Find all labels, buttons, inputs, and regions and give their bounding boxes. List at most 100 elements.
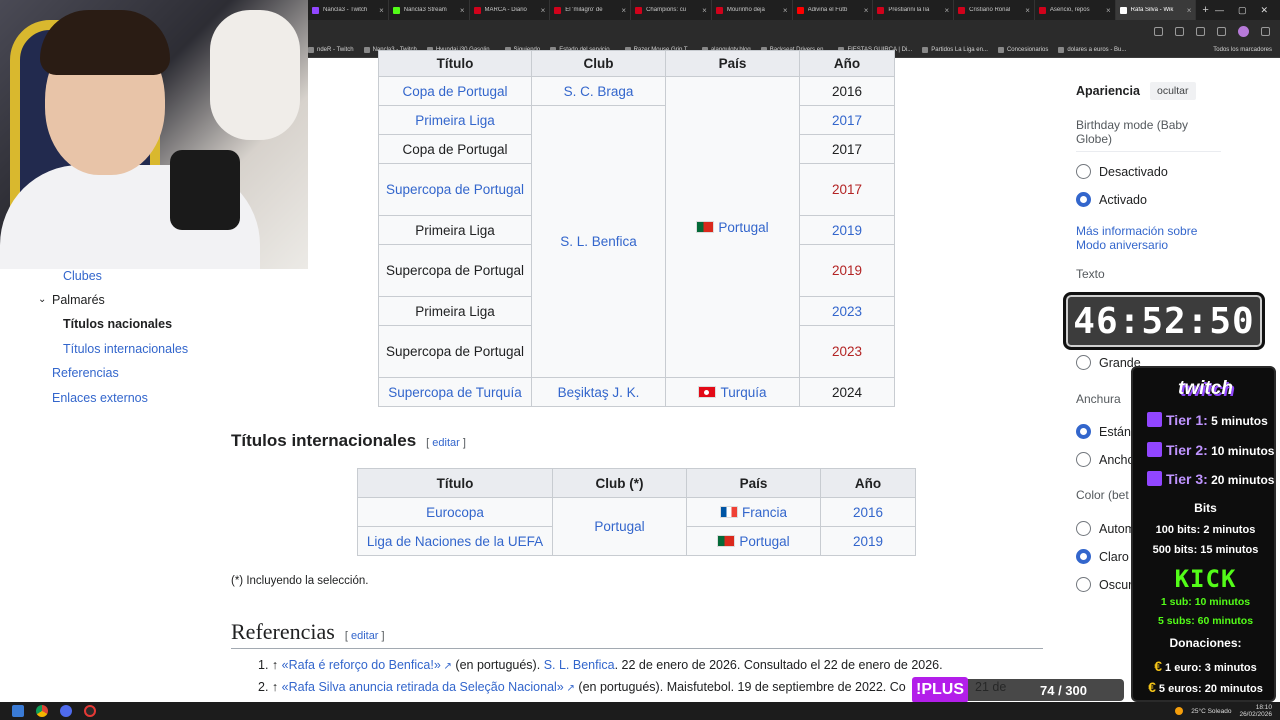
- radio-circle[interactable]: [1076, 549, 1091, 564]
- intl-country-cell[interactable]: Francia: [686, 497, 821, 527]
- radio-oscuro[interactable]: Oscur: [1076, 577, 1132, 592]
- toc-enlaces-externos[interactable]: Enlaces externos: [52, 391, 148, 405]
- browser-tab[interactable]: Rafa Silva - Wik ×: [1115, 0, 1197, 20]
- intl-country-cell[interactable]: Portugal: [686, 526, 821, 556]
- browser-tab[interactable]: Adivina el Fútb ×: [793, 0, 874, 20]
- year-cell[interactable]: 2024: [799, 377, 895, 407]
- international-edit-link[interactable]: editar: [432, 437, 460, 449]
- puzzle-icon[interactable]: [1196, 26, 1205, 36]
- close-icon[interactable]: ×: [864, 6, 869, 15]
- obs-icon[interactable]: [84, 705, 96, 717]
- country-cell[interactable]: Turquía: [665, 377, 800, 407]
- radio-circle[interactable]: [1076, 192, 1091, 207]
- close-icon[interactable]: ×: [702, 6, 707, 15]
- sidebar-icon[interactable]: [1217, 26, 1226, 36]
- chrome-icon[interactable]: [36, 705, 48, 717]
- radio-circle[interactable]: [1076, 424, 1091, 439]
- all-bookmarks-folder[interactable]: Todos los marcadores: [1213, 47, 1280, 53]
- toc-referencias[interactable]: Referencias: [52, 366, 119, 380]
- radio-circle[interactable]: [1076, 577, 1091, 592]
- ref-source-link[interactable]: S. L. Benfica: [544, 658, 615, 672]
- club-cell[interactable]: S. L. Benfica: [531, 105, 666, 378]
- download-icon[interactable]: [1175, 26, 1184, 36]
- intl-title-link[interactable]: Eurocopa: [426, 505, 484, 520]
- close-icon[interactable]: ×: [783, 6, 788, 15]
- close-icon[interactable]: ×: [1106, 6, 1111, 15]
- title-cell[interactable]: Supercopa de Turquía: [378, 377, 532, 407]
- toc-clubes[interactable]: Clubes: [63, 269, 102, 283]
- browser-tab[interactable]: Mourinho deja ×: [712, 0, 793, 20]
- intl-title-cell[interactable]: Liga de Naciones de la UEFA: [357, 526, 553, 556]
- chevron-down-icon[interactable]: ⌄: [38, 294, 46, 305]
- radio-circle[interactable]: [1076, 521, 1091, 536]
- year-cell[interactable]: 2017: [799, 134, 895, 164]
- title-text[interactable]: Primeira Liga: [415, 113, 495, 128]
- browser-tab[interactable]: El 'milagro' de ×: [550, 0, 632, 20]
- bookmark-item[interactable]: Concesionarios: [997, 46, 1048, 53]
- country-link[interactable]: Portugal: [718, 220, 768, 235]
- close-icon[interactable]: ×: [379, 6, 384, 15]
- year-cell[interactable]: 2023: [799, 296, 895, 326]
- intl-year-link[interactable]: 2016: [853, 505, 883, 520]
- radio-ancho[interactable]: Ancho: [1076, 452, 1134, 467]
- year-cell[interactable]: 2023: [799, 325, 895, 378]
- title-cell[interactable]: Supercopa de Portugal: [378, 244, 532, 297]
- browser-tab[interactable]: MARCA - Diario ×: [470, 0, 551, 20]
- radio-circle[interactable]: [1076, 452, 1091, 467]
- profile-avatar[interactable]: [1238, 25, 1249, 37]
- references-edit-link[interactable]: editar: [351, 630, 379, 642]
- club-cell[interactable]: Beşiktaş J. K.: [531, 377, 666, 407]
- year-text[interactable]: 2023: [832, 344, 862, 359]
- maximize-icon[interactable]: ▢: [1238, 5, 1247, 16]
- radio-circle[interactable]: [1076, 355, 1091, 370]
- intl-year-link[interactable]: 2019: [853, 534, 883, 549]
- radio-automatico[interactable]: Autom: [1076, 521, 1135, 536]
- year-cell[interactable]: 2019: [799, 215, 895, 245]
- radio-claro[interactable]: Claro: [1076, 549, 1129, 564]
- close-icon[interactable]: ×: [944, 6, 949, 15]
- title-cell[interactable]: Supercopa de Portugal: [378, 163, 532, 216]
- bookmark-item[interactable]: ndeR - Twitch: [308, 46, 354, 53]
- close-icon[interactable]: ×: [460, 6, 465, 15]
- radio-activado[interactable]: Activado: [1076, 192, 1147, 207]
- close-icon[interactable]: ×: [541, 6, 546, 15]
- close-icon[interactable]: ×: [1025, 6, 1030, 15]
- close-icon[interactable]: ×: [621, 6, 626, 15]
- browser-tab[interactable]: Champions: cu ×: [631, 0, 712, 20]
- title-cell[interactable]: Primeira Liga: [378, 215, 532, 245]
- toc-titulos-internacionales[interactable]: Títulos internacionales: [63, 342, 188, 356]
- minimize-icon[interactable]: —: [1215, 5, 1224, 16]
- ref-title-link[interactable]: «Rafa é reforço do Benfica!»: [282, 658, 441, 672]
- intl-club-link[interactable]: Portugal: [594, 519, 644, 534]
- extension-icon[interactable]: [1154, 26, 1163, 36]
- intl-year-cell[interactable]: 2016: [820, 497, 916, 527]
- year-text[interactable]: 2023: [832, 304, 862, 319]
- ref-title-link[interactable]: «Rafa Silva anuncia retirada da Seleção …: [282, 680, 564, 694]
- new-tab-button[interactable]: +: [1196, 4, 1214, 16]
- intl-club-cell[interactable]: Portugal: [552, 497, 687, 556]
- country-cell[interactable]: Portugal: [665, 76, 800, 378]
- club-link[interactable]: Beşiktaş J. K.: [558, 385, 640, 400]
- year-text[interactable]: 2017: [832, 113, 862, 128]
- browser-tab[interactable]: Nancla3 Stream ×: [389, 0, 470, 20]
- intl-title-link[interactable]: Liga de Naciones de la UEFA: [367, 534, 543, 549]
- title-text[interactable]: Copa de Portugal: [402, 84, 507, 99]
- browser-tab[interactable]: Cristiano Ronal ×: [954, 0, 1035, 20]
- country-link[interactable]: Turquía: [720, 385, 766, 400]
- year-text[interactable]: 2017: [832, 182, 862, 197]
- weather-text[interactable]: 25°C Soleado: [1191, 708, 1231, 715]
- intl-title-cell[interactable]: Eurocopa: [357, 497, 553, 527]
- year-cell[interactable]: 2019: [799, 244, 895, 297]
- clock[interactable]: 18:10 26/02/2026: [1239, 704, 1272, 718]
- intl-country-link[interactable]: Portugal: [739, 534, 789, 549]
- club-link[interactable]: S. C. Braga: [564, 84, 634, 99]
- bookmark-item[interactable]: dolares a euros - Bu...: [1058, 46, 1126, 53]
- bookmark-item[interactable]: Partidos La Liga en...: [922, 46, 988, 53]
- ref-number[interactable]: 1. ↑: [258, 658, 278, 672]
- title-cell[interactable]: Primeira Liga: [378, 296, 532, 326]
- toc-palmares[interactable]: Palmarés: [52, 293, 105, 307]
- year-cell[interactable]: 2017: [799, 105, 895, 135]
- close-icon[interactable]: ✕: [1260, 5, 1268, 16]
- radio-circle[interactable]: [1076, 164, 1091, 179]
- intl-country-link[interactable]: Francia: [742, 505, 787, 520]
